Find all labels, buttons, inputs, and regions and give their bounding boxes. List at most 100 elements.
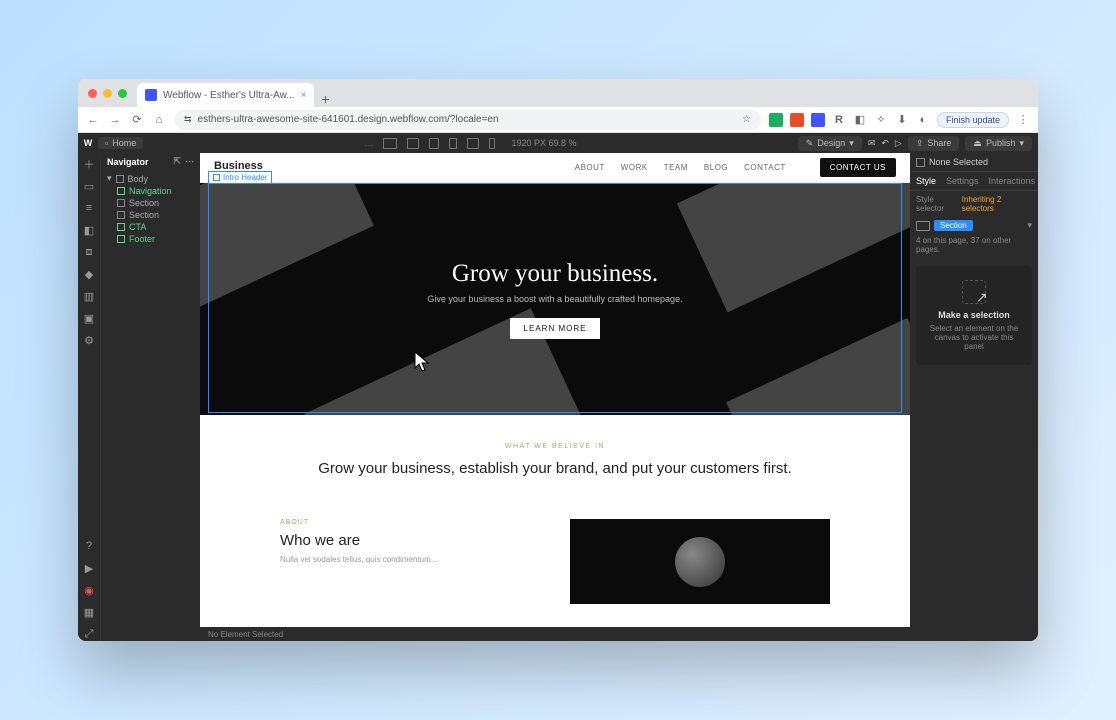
- canvas-stage[interactable]: Business ABOUT WORK TEAM BLOG CONTACT CO…: [200, 153, 910, 627]
- finish-update-button[interactable]: Finish update: [937, 112, 1009, 128]
- navigator-icon[interactable]: ≡: [82, 201, 96, 215]
- more-icon[interactable]: …: [364, 138, 373, 148]
- tree-node-section[interactable]: Section: [101, 209, 200, 221]
- nav-link[interactable]: CONTACT: [744, 163, 786, 172]
- comment-icon[interactable]: ✉: [868, 138, 876, 149]
- tree-node-section[interactable]: Section: [101, 197, 200, 209]
- new-tab-button[interactable]: +: [314, 91, 336, 107]
- breakpoint-alt-icon[interactable]: [467, 138, 479, 149]
- reload-icon[interactable]: ⟳: [130, 113, 144, 126]
- nav-link[interactable]: TEAM: [664, 163, 688, 172]
- pin-icon[interactable]: ⇱: [173, 156, 181, 167]
- add-element-icon[interactable]: ＋: [82, 157, 96, 171]
- publish-button[interactable]: ⏏ Publish ▾: [965, 136, 1032, 151]
- tree-node-footer[interactable]: Footer: [101, 233, 200, 245]
- about-image[interactable]: [570, 519, 830, 604]
- maximize-window-icon[interactable]: [118, 89, 127, 98]
- puzzle-icon[interactable]: ✧: [874, 113, 888, 126]
- preview-icon[interactable]: ▷: [895, 138, 902, 149]
- forward-icon[interactable]: →: [108, 114, 122, 126]
- video-icon[interactable]: ▶: [82, 561, 96, 575]
- design-mode-button[interactable]: ✎ Design ▾: [798, 136, 862, 151]
- design-label: Design: [817, 138, 845, 148]
- breakpoint-landscape-icon[interactable]: [429, 138, 439, 149]
- extension-icon[interactable]: [790, 113, 804, 127]
- selection-label: Intro Header: [208, 171, 272, 184]
- extension-icon[interactable]: R: [832, 114, 846, 126]
- top-right-actions: ✎ Design ▾ ✉ ↶ ▷ ⇪ Share ⏏ Publish ▾: [798, 136, 1038, 151]
- hero-section[interactable]: Grow your business. Give your business a…: [200, 183, 910, 415]
- nav-link[interactable]: ABOUT: [575, 163, 605, 172]
- expand-icon[interactable]: ⤢: [82, 627, 96, 641]
- webflow-logo-icon[interactable]: W: [78, 138, 98, 148]
- extension-icon[interactable]: [769, 113, 783, 127]
- chevron-down-icon[interactable]: ▾: [1027, 220, 1032, 231]
- help-icon[interactable]: ?: [82, 539, 96, 553]
- hero-subtitle[interactable]: Give your business a boost with a beauti…: [427, 294, 682, 304]
- selector-chip-row[interactable]: Section ▾: [910, 217, 1038, 234]
- variables-icon[interactable]: ⧈: [82, 245, 96, 259]
- contact-us-button[interactable]: CONTACT US: [820, 158, 896, 177]
- download-icon[interactable]: ⬇: [895, 113, 909, 126]
- collapse-icon[interactable]: ⋯: [185, 156, 194, 167]
- tab-interactions[interactable]: Interactions: [989, 176, 1036, 186]
- hero-title[interactable]: Grow your business.: [452, 260, 658, 288]
- apps-icon[interactable]: ▦: [82, 605, 96, 619]
- settings-icon[interactable]: ⚙: [82, 333, 96, 347]
- site-nav: Business ABOUT WORK TEAM BLOG CONTACT CO…: [200, 153, 910, 183]
- share-button[interactable]: ⇪ Share: [908, 136, 960, 151]
- tab-settings[interactable]: Settings: [946, 176, 979, 186]
- breakpoint-bar: … 1920 PX 69.8 %: [143, 138, 798, 149]
- undo-icon[interactable]: ↶: [881, 138, 889, 149]
- breakpoint-mobile-icon[interactable]: [449, 138, 457, 149]
- tree-node-body[interactable]: ▾ Body: [101, 172, 200, 185]
- browser-tab[interactable]: Webflow - Esther's Ultra-Aw... ×: [137, 83, 314, 107]
- about-title[interactable]: Who we are: [280, 532, 540, 549]
- components-icon[interactable]: ◧: [82, 223, 96, 237]
- breakpoint-phone-icon[interactable]: [489, 138, 495, 149]
- cms-icon[interactable]: ▥: [82, 289, 96, 303]
- pages-icon[interactable]: ▭: [82, 179, 96, 193]
- about-label[interactable]: ABOUT: [280, 519, 540, 526]
- url-field[interactable]: ⇆ esthers-ultra-awesome-site-641601.desi…: [174, 110, 761, 130]
- nav-link[interactable]: WORK: [621, 163, 648, 172]
- kebab-menu-icon[interactable]: ⋮: [1016, 113, 1030, 126]
- star-icon[interactable]: ☆: [742, 114, 751, 125]
- home-icon[interactable]: ⌂: [152, 114, 166, 126]
- nav-link[interactable]: BLOG: [704, 163, 728, 172]
- styles-icon[interactable]: ◆: [82, 267, 96, 281]
- home-page-button[interactable]: ▫ Home: [98, 137, 143, 149]
- extension-icon[interactable]: ◧: [853, 113, 867, 126]
- inheriting-label[interactable]: Inheriting 2 selectors: [962, 195, 1032, 213]
- canvas-status-bar: No Element Selected: [200, 627, 910, 641]
- chevron-down-icon: ▾: [849, 138, 854, 149]
- mission-section[interactable]: WHAT WE BELIEVE IN Grow your business, e…: [200, 415, 910, 489]
- class-chip[interactable]: Section: [934, 220, 973, 231]
- close-window-icon[interactable]: [88, 89, 97, 98]
- chevron-down-icon: ▾: [107, 173, 112, 184]
- assets-icon[interactable]: ▣: [82, 311, 96, 325]
- empty-body: Select an element on the canvas to activ…: [930, 324, 1019, 351]
- about-section[interactable]: ABOUT Who we are Nulla vel sodales tellu…: [200, 489, 910, 604]
- minimize-window-icon[interactable]: [103, 89, 112, 98]
- tab-style[interactable]: Style: [916, 176, 936, 186]
- breakpoint-icon[interactable]: [916, 221, 930, 231]
- close-tab-icon[interactable]: ×: [301, 90, 307, 101]
- selection-breadcrumb[interactable]: None Selected: [910, 153, 1038, 172]
- tree-node-cta[interactable]: CTA: [101, 221, 200, 233]
- extension-icon[interactable]: [811, 113, 825, 127]
- tree-node-navigation[interactable]: Navigation: [101, 185, 200, 197]
- share-label: Share: [927, 138, 951, 148]
- profile-icon[interactable]: ◐: [916, 114, 930, 126]
- eyebrow-text[interactable]: WHAT WE BELIEVE IN: [280, 443, 830, 450]
- element-icon: [117, 199, 125, 207]
- hero-shape: [677, 183, 910, 312]
- breakpoint-desktop-icon[interactable]: [383, 138, 397, 149]
- about-body[interactable]: Nulla vel sodales tellus, quis condiment…: [280, 555, 540, 564]
- mission-text[interactable]: Grow your business, establish your brand…: [280, 458, 830, 479]
- breakpoint-tablet-icon[interactable]: [407, 138, 419, 149]
- learn-more-button[interactable]: LEARN MORE: [510, 318, 601, 339]
- back-icon[interactable]: ←: [86, 114, 100, 126]
- style-selector-label: Style selector: [916, 195, 962, 213]
- audit-icon[interactable]: ◉: [82, 583, 96, 597]
